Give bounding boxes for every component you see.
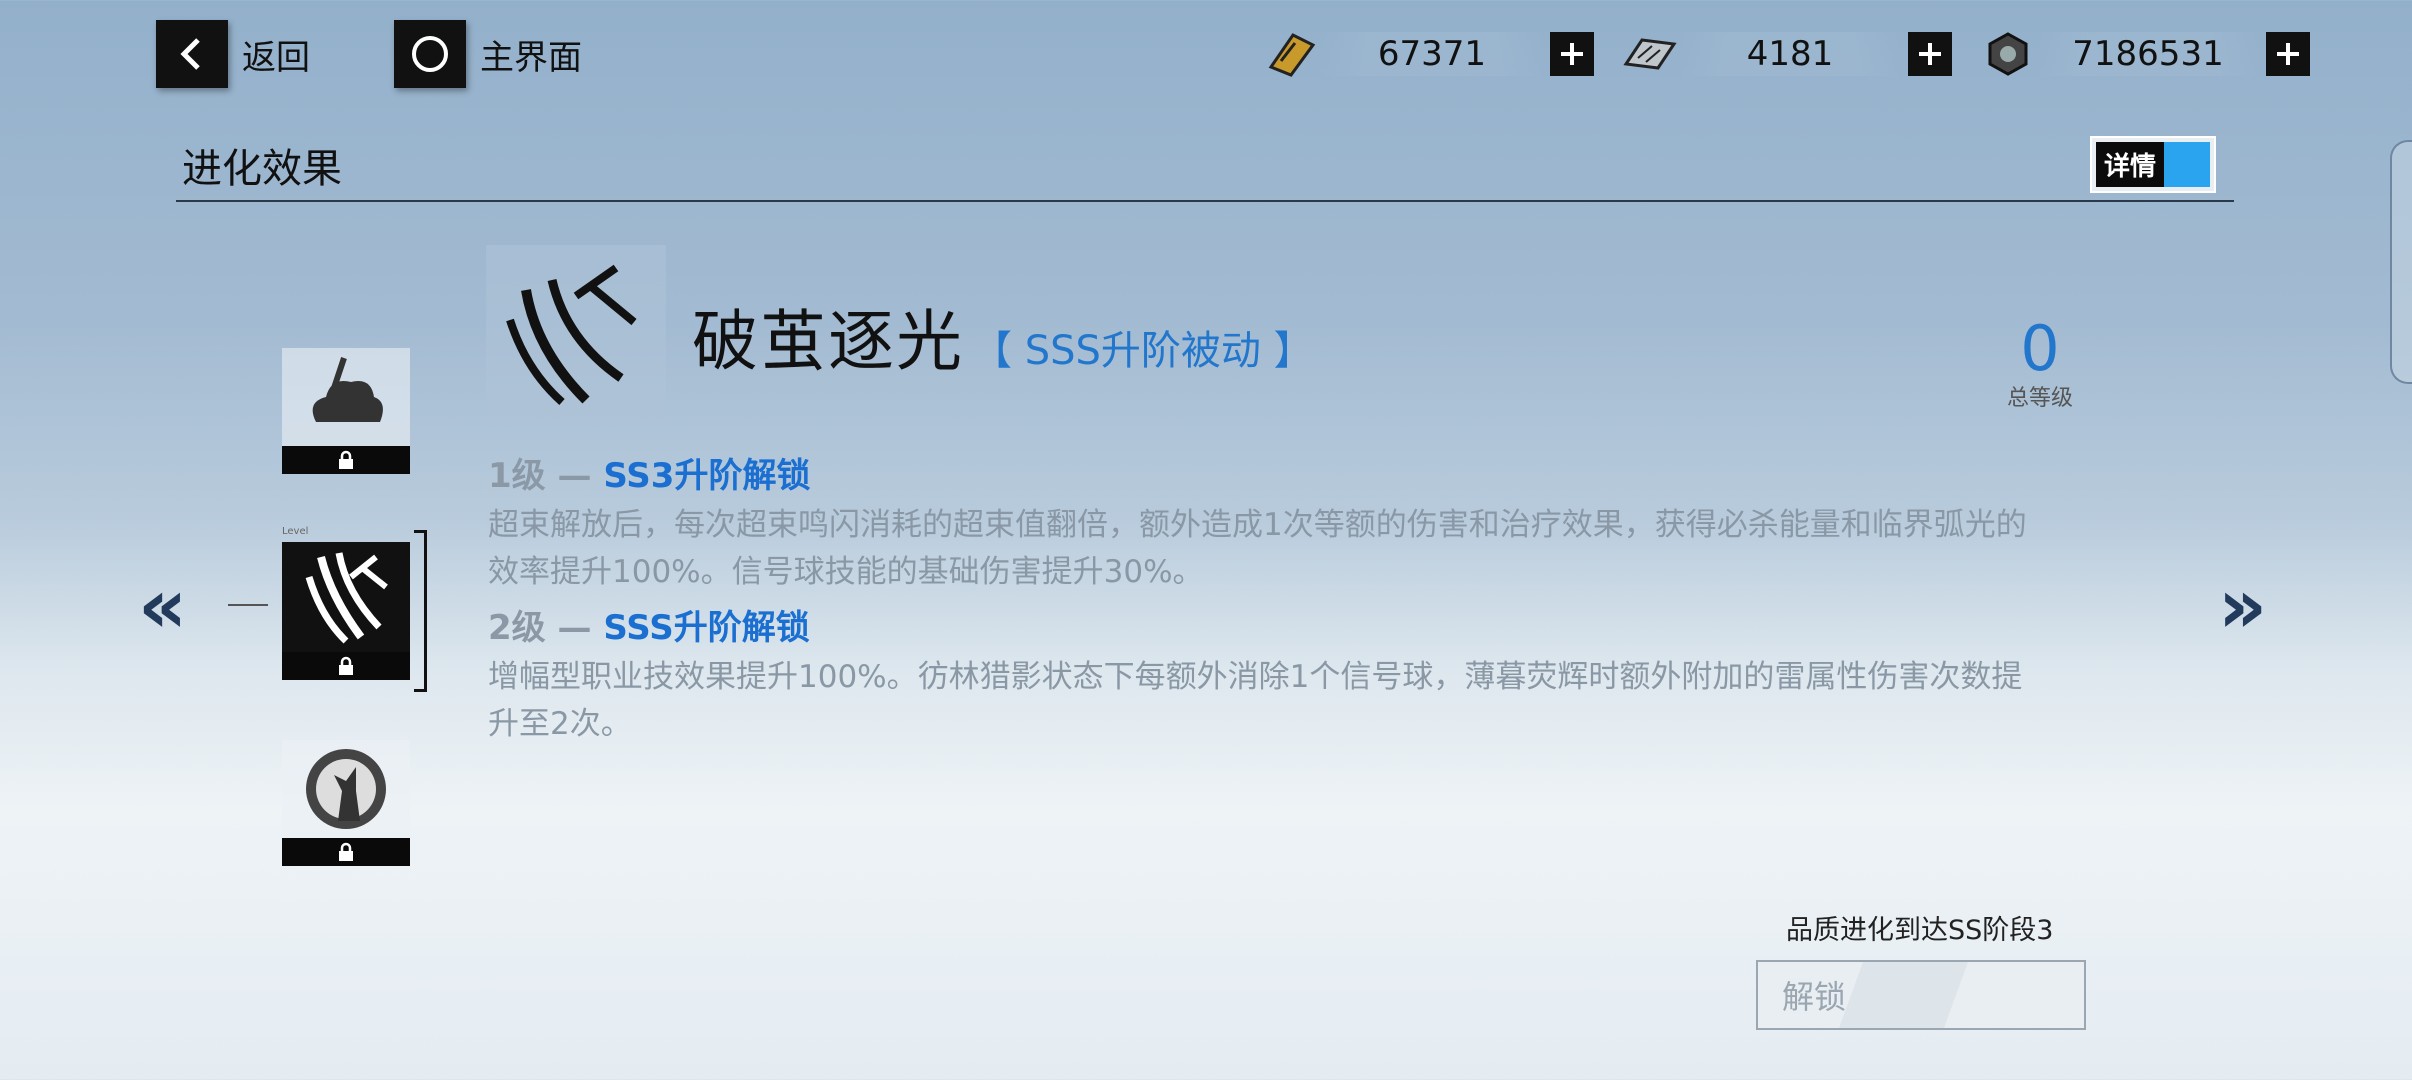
lightning-cloud-icon — [282, 348, 410, 446]
add-chip-button[interactable] — [1908, 32, 1952, 76]
wolf-moon-icon — [282, 740, 410, 838]
add-gold-button[interactable] — [1550, 32, 1594, 76]
resource-gold: 67371 — [1262, 26, 1594, 82]
home-button[interactable]: 主界面 — [394, 20, 582, 88]
total-level: 0 总等级 — [1990, 318, 2090, 412]
back-button[interactable]: 返回 — [156, 20, 310, 88]
detail-toggle-label: 详情 — [2096, 142, 2165, 187]
resource-bar: 67371 4181 7186531 — [1262, 26, 2310, 82]
tier-2-title: SSS升阶解锁 — [603, 608, 810, 648]
skill-thumb-3[interactable] — [282, 740, 410, 866]
detail-toggle[interactable]: 详情 — [2090, 136, 2217, 193]
add-nut-button[interactable] — [2266, 32, 2310, 76]
section-title: 进化效果 — [182, 146, 342, 192]
lock-icon — [282, 652, 410, 680]
thumb-caption: Level — [282, 526, 309, 537]
back-label: 返回 — [242, 37, 310, 78]
claw-slash-icon — [506, 264, 637, 405]
tier-1-description: 超束解放后，每次超束鸣闪消耗的超束值翻倍，额外造成1次等额的伤害和治疗效果，获得… — [488, 507, 2027, 590]
unlock-button-label: 解锁 — [1782, 978, 1847, 1016]
previous-arrow-icon[interactable]: « — [138, 568, 187, 644]
skill-tag: 【 SSS升阶被动 】 — [972, 328, 1314, 374]
back-arrow-icon — [156, 20, 228, 88]
side-drawer-tab[interactable] — [2390, 140, 2412, 384]
resource-chip: 4181 — [1620, 26, 1952, 82]
unlock-button[interactable]: 解锁 — [1756, 960, 2086, 1030]
home-circle-icon — [394, 20, 466, 88]
total-level-caption: 总等级 — [2006, 386, 2073, 411]
connector-line — [228, 604, 268, 606]
skill-name: 破茧逐光 — [692, 303, 964, 380]
tier-2-prefix: 2级 — — [488, 608, 604, 648]
plus-icon — [2277, 43, 2299, 65]
skill-main-icon — [486, 245, 666, 425]
total-level-value: 0 — [2020, 312, 2060, 385]
next-arrow-icon[interactable]: » — [2218, 568, 2267, 644]
skill-title-row: 破茧逐光 【 SSS升阶被动 】 — [692, 288, 1314, 384]
selection-bracket — [414, 530, 427, 692]
nut-part-icon — [1978, 26, 2038, 82]
resource-nut: 7186531 — [1978, 26, 2310, 82]
unlock-requirement: 品质进化到达SS阶段3 — [1786, 915, 2054, 946]
chip-card-icon — [1620, 26, 1680, 82]
skill-thumb-1[interactable] — [282, 348, 410, 474]
tier-2-description: 增幅型职业技效果提升100%。彷林猎影状态下每额外消除1个信号球，薄暮荧辉时额外… — [488, 659, 2023, 742]
resource-nut-value: 7186531 — [2038, 32, 2258, 76]
home-label: 主界面 — [480, 37, 582, 78]
resource-gold-value: 67371 — [1322, 32, 1542, 76]
toggle-switch — [2164, 142, 2211, 187]
lock-icon — [282, 446, 410, 474]
tier-1-prefix: 1级 — — [488, 456, 604, 496]
plus-icon — [1919, 43, 1941, 65]
lock-icon — [282, 838, 410, 866]
skill-thumb-2-selected[interactable] — [282, 542, 410, 680]
tier-2-heading: 2级 — SSS升阶解锁 — [488, 600, 810, 649]
gold-ticket-icon — [1262, 26, 1322, 82]
resource-chip-value: 4181 — [1680, 32, 1900, 76]
plus-icon — [1561, 43, 1583, 65]
claw-slash-icon — [282, 542, 410, 652]
tier-1-title: SS3升阶解锁 — [603, 456, 811, 496]
tier-1-heading: 1级 — SS3升阶解锁 — [488, 448, 810, 497]
section-divider — [176, 200, 2234, 202]
